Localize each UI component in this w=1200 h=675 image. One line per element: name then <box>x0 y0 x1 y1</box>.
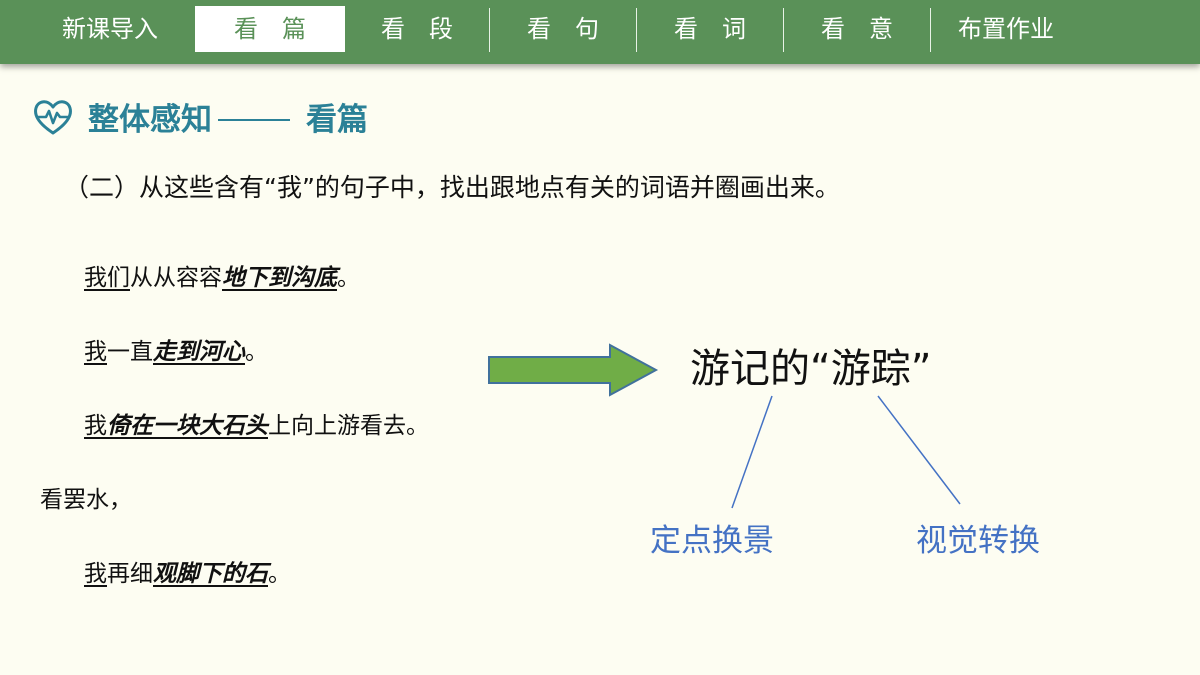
sentence-plain: 看罢水， <box>40 487 132 513</box>
sentence-place-phrase: 观脚下的石 <box>153 560 268 587</box>
question-text: （二）从这些含有“我”的句子中，找出跟地点有关的词语并圈画出来。 <box>64 173 840 202</box>
sentence-end: 。 <box>245 339 268 365</box>
sentence-plain: 一直 <box>107 339 153 365</box>
section-heading: 整体感知 看篇 <box>88 94 368 139</box>
tab-view-text[interactable]: 看 篇 <box>195 6 345 52</box>
label-visual-shift: 视觉转换 <box>916 523 1040 559</box>
sentence-place-phrase: 地下到沟底 <box>222 264 337 291</box>
tab-new-lesson[interactable]: 新课导入 <box>40 6 180 52</box>
sentence-end: 。 <box>337 265 360 291</box>
heading-title: 整体感知 <box>88 102 212 138</box>
sentence-place-phrase: 倚在一块大石头 <box>107 412 268 439</box>
sentence-subject: 我们 <box>84 265 130 291</box>
connector-line-right <box>877 395 961 505</box>
sentence-plain: 上向上游看去。 <box>268 413 429 439</box>
tab-homework[interactable]: 布置作业 <box>931 6 1081 52</box>
sentence-place-phrase: 走到河心 <box>153 338 245 365</box>
tab-view-sentence[interactable]: 看 句 <box>490 6 636 52</box>
sentence-2: 我一直走到河心。 <box>84 332 268 366</box>
sentence-1: 我们从从容容地下到沟底。 <box>84 258 360 292</box>
sentence-plain: 从从容容 <box>130 265 222 291</box>
tab-view-word[interactable]: 看 词 <box>637 6 783 52</box>
heart-pulse-icon <box>34 100 72 135</box>
heading-subtitle: 看篇 <box>306 102 368 138</box>
tab-view-meaning[interactable]: 看 意 <box>784 6 930 52</box>
heading-dash <box>218 118 290 121</box>
tab-view-paragraph[interactable]: 看 段 <box>345 6 489 52</box>
label-fixed-point-scene: 定点换景 <box>650 523 774 559</box>
sentence-4: 看罢水， <box>40 480 132 514</box>
sentence-3: 我倚在一块大石头上向上游看去。 <box>84 406 429 440</box>
sentence-subject: 我 <box>84 339 107 365</box>
right-arrow-icon <box>488 343 659 397</box>
sentence-plain: 再细 <box>107 561 153 587</box>
top-nav-bar: 新课导入 看 篇 看 段 看 句 看 词 看 意 布置作业 <box>0 0 1200 64</box>
itinerary-title: 游记的“游踪” <box>690 346 932 392</box>
sentence-end: 。 <box>268 561 291 587</box>
sentence-5: 我再细观脚下的石。 <box>84 554 291 588</box>
sentence-subject: 我 <box>84 561 107 587</box>
sentence-subject: 我 <box>84 413 107 439</box>
connector-line-left <box>731 395 773 509</box>
